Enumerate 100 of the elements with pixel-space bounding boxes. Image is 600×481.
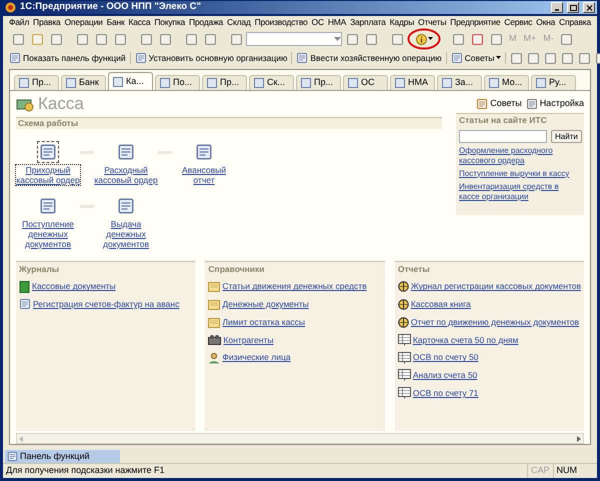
section-title: Справочники [208,262,266,276]
its-article-link[interactable]: Поступление выручки в кассу [459,168,581,179]
panel-icon [9,52,21,64]
tab[interactable]: Пр... [202,75,247,90]
taskbar-button[interactable]: Панель функций [5,450,120,463]
document-icon [195,142,213,161]
section-link[interactable]: Контрагенты [223,334,274,346]
person-icon [208,352,220,364]
close-icon[interactable] [583,2,595,13]
section-link[interactable]: Кассовая книга [410,298,471,311]
hint-icon [476,98,488,110]
info-button[interactable] [416,34,432,44]
tab[interactable]: Пр... [296,75,341,90]
toolbar-button[interactable]: Показать панель функций [9,52,131,64]
minimize-icon[interactable] [551,2,563,13]
its-article-link[interactable]: Оформление расходного кассового ордера [459,146,581,166]
tab-icon [301,78,311,88]
menu-item[interactable]: Производство [254,16,308,29]
tab-icon [442,78,452,88]
tab[interactable]: Мо... [484,75,529,90]
dropdown-button[interactable]: Советы [450,52,506,64]
section-link[interactable]: Лимит остатка кассы [222,316,306,329]
section-link[interactable]: Регистрация счетов-фактур на аванс [33,298,180,311]
header-action-button[interactable]: Настройка [526,97,584,111]
menu-item[interactable]: Банк [106,16,125,29]
menu-item[interactable]: Склад [227,16,251,29]
menu-item[interactable]: Правка [33,16,61,29]
section-link[interactable]: Денежные документы [222,298,309,311]
its-article-link[interactable]: Инвентаризация средств в кассе организации [459,182,581,202]
menu-item[interactable]: Зарплата [350,16,386,29]
tab[interactable]: По... [155,75,200,90]
globe-icon [398,281,409,292]
scheme-link[interactable]: Поступление денежных документов [16,218,80,249]
menu-item[interactable]: Отчеты [418,16,446,29]
section-link[interactable]: ОСВ по счету 50 [412,351,478,364]
tab-icon [66,78,76,88]
section-link[interactable]: Кассовые документы [32,280,116,294]
find-button[interactable]: Найти [551,130,582,143]
tab[interactable]: Ск... [249,75,294,90]
tab[interactable]: Ка... [108,72,153,90]
page-title: Касса [38,93,84,116]
menu-item[interactable]: Касса [128,16,150,29]
header-action-button[interactable]: Советы [476,97,522,111]
folder-icon [208,298,220,310]
maximize-icon[interactable] [567,2,579,13]
toolbar-button[interactable]: Ввести хозяйственную операцию [296,52,447,64]
section-title: Журналы [19,262,60,276]
scroll-right-icon[interactable] [575,434,583,443]
report-table-icon [398,334,411,346]
its-search-field[interactable] [459,130,547,143]
report-table-icon [398,352,411,364]
window-title: 1С:Предприятие - ООО НПП "Элеко С" [20,0,202,14]
menu-item[interactable]: Предприятие [450,16,500,29]
tab[interactable]: ОС [343,75,388,90]
section-link[interactable]: ОСВ по счету 71 [412,386,478,400]
menu-item[interactable]: Окна [536,16,556,29]
menu-item[interactable]: Кадры [390,16,414,29]
menu-item[interactable]: Операции [64,16,103,29]
caret-icon [496,56,502,60]
section-link[interactable]: Отчет по движению денежных документов [410,316,580,329]
section-link[interactable]: Статьи движения денежных средств [222,280,367,294]
menu-item[interactable]: Сервис [504,16,532,29]
tab[interactable]: За... [437,75,482,90]
tab-icon [348,78,358,88]
tab[interactable]: Банк [61,75,106,90]
report-table-icon [398,369,411,382]
document-icon [117,196,135,215]
scheme-link[interactable]: Выдача денежных документов [94,218,158,249]
menu-item[interactable]: НМА [328,16,346,29]
scheme-link[interactable]: Авансовый отчет [172,164,236,185]
document-icon-frame[interactable] [37,140,59,163]
menu-item[interactable]: Продажа [189,16,224,29]
tab-icon [19,78,29,88]
section-link[interactable]: Карточка счета 50 по дням [412,334,518,346]
tab[interactable]: НМА [390,75,435,90]
its-title: Статьи на сайте ИТС [459,114,548,127]
section-link[interactable]: Журнал регистрации кассовых документов [410,280,582,294]
section-link[interactable]: Физические лица [222,351,291,364]
tab[interactable]: Пр... [14,75,59,90]
tab-icon [536,78,546,88]
panel-icon [7,451,18,462]
tab-icon [113,76,123,86]
menu-item[interactable]: Файл [9,16,30,29]
scroll-left-icon[interactable] [17,434,25,443]
scheme-link[interactable]: Расходный кассовый ордер [94,164,158,185]
menu-item[interactable]: Справка [559,16,591,29]
menu-item[interactable]: Покупка [154,16,186,29]
scheme-link[interactable]: Приходный кассовый ордер [16,164,80,185]
search-combo-field[interactable] [246,32,342,46]
section-link[interactable]: Анализ счета 50 [412,369,478,382]
menu-item[interactable]: ОС [312,16,324,29]
tab-icon [207,78,217,88]
tab[interactable]: Ру... [531,75,576,90]
globe-icon [398,316,409,328]
tab-icon [489,78,499,88]
document-icon [19,298,31,310]
report-table-icon [398,387,411,400]
document-icon [117,142,135,161]
app-logo-icon [5,2,16,13]
toolbar-button[interactable]: Установить основную организацию [134,52,292,64]
